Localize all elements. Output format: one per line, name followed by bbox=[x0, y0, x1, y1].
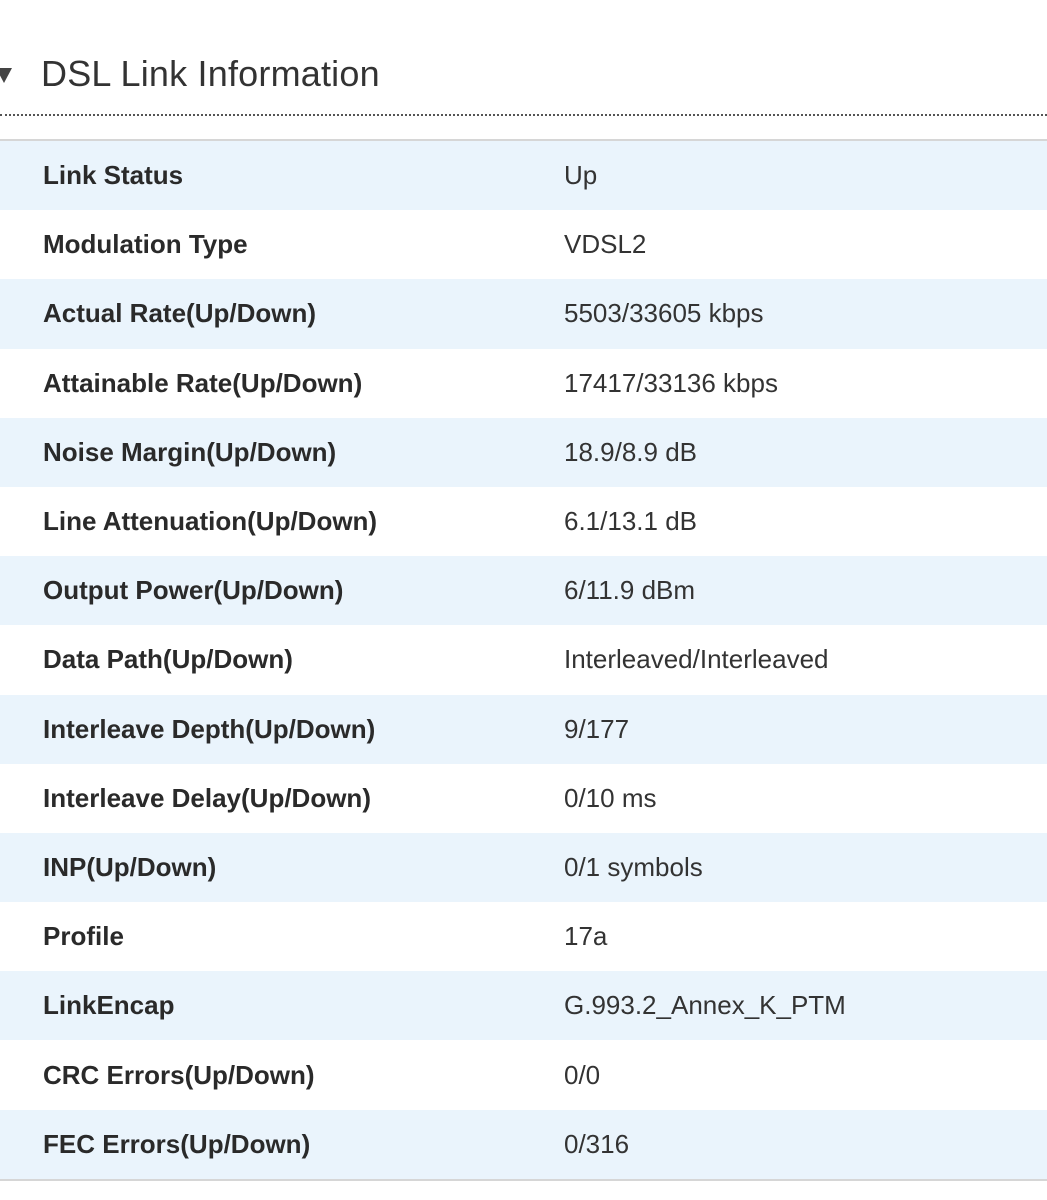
table-row: Interleave Delay(Up/Down) 0/10 ms bbox=[0, 763, 1047, 833]
row-value: 17417/33136 kbps bbox=[564, 348, 1047, 418]
dsl-info-table-container: Link Status Up Modulation Type VDSL2 Act… bbox=[0, 139, 1047, 1181]
row-value: 9/177 bbox=[564, 694, 1047, 764]
table-row: CRC Errors(Up/Down) 0/0 bbox=[0, 1040, 1047, 1110]
row-label: Line Attenuation(Up/Down) bbox=[0, 486, 564, 557]
table-row: Noise Margin(Up/Down) 18.9/8.9 dB bbox=[0, 417, 1047, 487]
row-label: Link Status bbox=[0, 141, 564, 211]
row-label: Modulation Type bbox=[0, 210, 564, 280]
table-row: Profile 17a bbox=[0, 902, 1047, 972]
section-title: DSL Link Information bbox=[41, 53, 380, 94]
table-row: LinkEncap G.993.2_Annex_K_PTM bbox=[0, 971, 1047, 1041]
row-label: Data Path(Up/Down) bbox=[0, 625, 564, 695]
row-label: CRC Errors(Up/Down) bbox=[0, 1040, 564, 1110]
table-row: INP(Up/Down) 0/1 symbols bbox=[0, 832, 1047, 903]
dsl-info-table: Link Status Up Modulation Type VDSL2 Act… bbox=[0, 141, 1047, 1179]
row-value: 0/10 ms bbox=[564, 763, 1047, 833]
table-row: Modulation Type VDSL2 bbox=[0, 210, 1047, 280]
row-label: Interleave Delay(Up/Down) bbox=[0, 763, 564, 833]
row-value: 6/11.9 dBm bbox=[564, 556, 1047, 626]
table-row: Attainable Rate(Up/Down) 17417/33136 kbp… bbox=[0, 348, 1047, 418]
row-label: Interleave Depth(Up/Down) bbox=[0, 694, 564, 764]
row-value: 0/316 bbox=[564, 1109, 1047, 1179]
row-value: Interleaved/Interleaved bbox=[564, 625, 1047, 695]
row-value: G.993.2_Annex_K_PTM bbox=[564, 971, 1047, 1041]
row-value: 6.1/13.1 dB bbox=[564, 486, 1047, 557]
row-value: 5503/33605 kbps bbox=[564, 279, 1047, 349]
row-label: INP(Up/Down) bbox=[0, 832, 564, 903]
row-value: 0/1 symbols bbox=[564, 832, 1047, 903]
row-label: Profile bbox=[0, 902, 564, 972]
table-row: Interleave Depth(Up/Down) 9/177 bbox=[0, 694, 1047, 764]
row-label: Output Power(Up/Down) bbox=[0, 556, 564, 626]
dsl-info-table-body: Link Status Up Modulation Type VDSL2 Act… bbox=[0, 141, 1047, 1179]
table-row: Actual Rate(Up/Down) 5503/33605 kbps bbox=[0, 279, 1047, 349]
row-value: Up bbox=[564, 141, 1047, 211]
row-label: LinkEncap bbox=[0, 971, 564, 1041]
row-value: 17a bbox=[564, 902, 1047, 972]
row-label: Noise Margin(Up/Down) bbox=[0, 417, 564, 487]
row-label: Actual Rate(Up/Down) bbox=[0, 279, 564, 349]
table-row: Output Power(Up/Down) 6/11.9 dBm bbox=[0, 556, 1047, 626]
table-row: FEC Errors(Up/Down) 0/316 bbox=[0, 1109, 1047, 1179]
row-label: FEC Errors(Up/Down) bbox=[0, 1109, 564, 1179]
table-row: Line Attenuation(Up/Down) 6.1/13.1 dB bbox=[0, 486, 1047, 557]
row-value: VDSL2 bbox=[564, 210, 1047, 280]
table-row: Data Path(Up/Down) Interleaved/Interleav… bbox=[0, 625, 1047, 695]
row-label: Attainable Rate(Up/Down) bbox=[0, 348, 564, 418]
section-header[interactable]: DSL Link Information bbox=[0, 0, 1047, 116]
table-row: Link Status Up bbox=[0, 141, 1047, 211]
caret-down-icon[interactable] bbox=[0, 68, 12, 83]
row-value: 0/0 bbox=[564, 1040, 1047, 1110]
row-value: 18.9/8.9 dB bbox=[564, 417, 1047, 487]
